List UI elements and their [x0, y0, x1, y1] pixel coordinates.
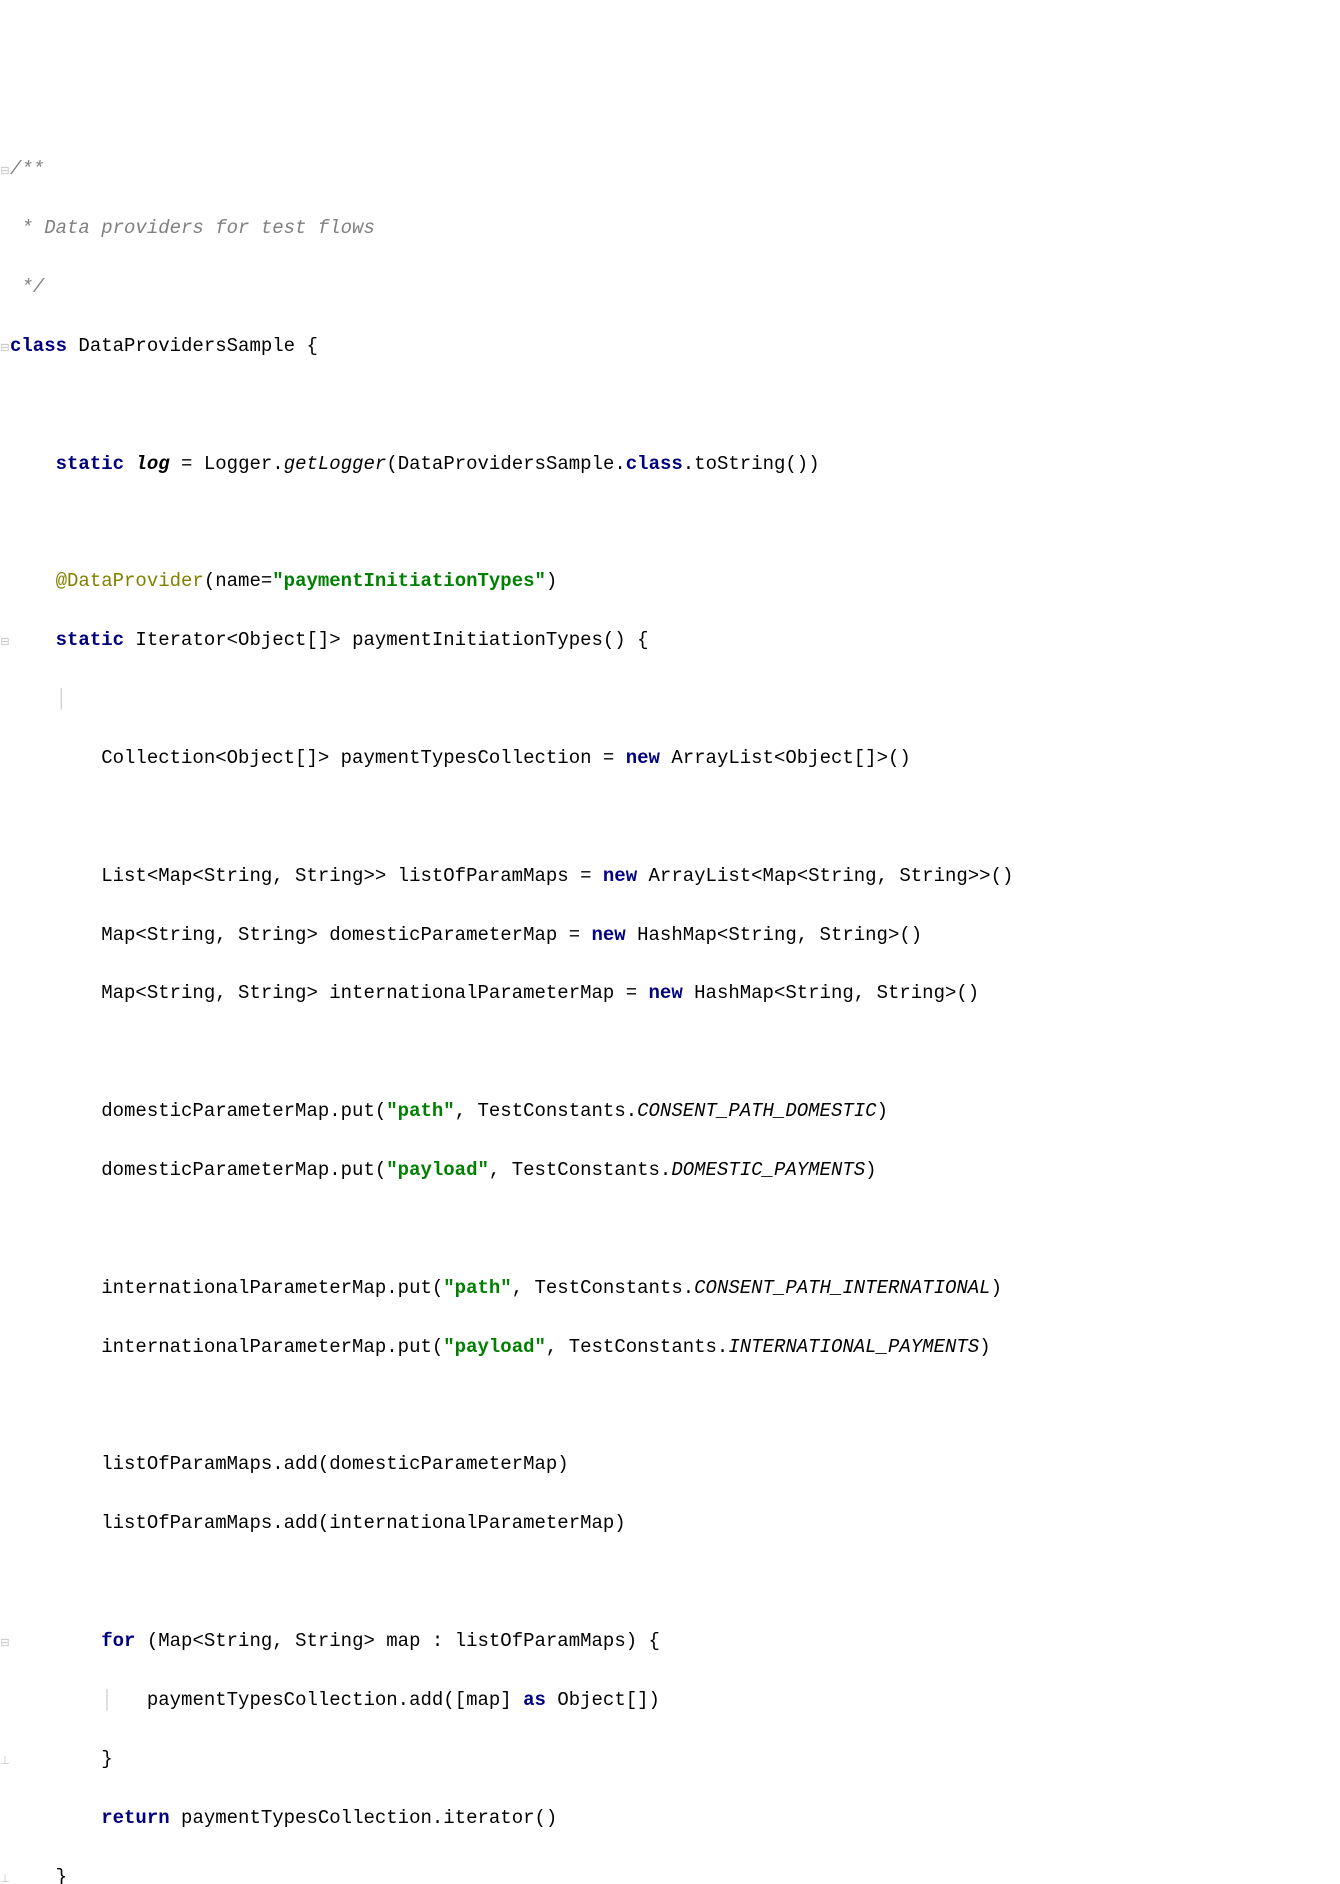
constant-ref: CONSENT_PATH_DOMESTIC: [637, 1100, 876, 1122]
string-literal: "payload": [386, 1159, 489, 1181]
code-text: paymentTypesCollection.iterator(): [170, 1807, 558, 1829]
method-getLogger: getLogger: [284, 453, 387, 475]
code-text: ): [877, 1100, 888, 1122]
code-text: domesticParameterMap.put(: [101, 1159, 386, 1181]
keyword-new: new: [592, 924, 626, 946]
fold-end-icon[interactable]: ⊥: [0, 1872, 10, 1884]
keyword-new: new: [626, 747, 660, 769]
keyword-new: new: [603, 865, 637, 887]
code-text: Collection<Object[]> paymentTypesCollect…: [101, 747, 626, 769]
keyword-as: as: [523, 1689, 546, 1711]
code-text: Map<String, String> domesticParameterMap…: [101, 924, 591, 946]
field-log: log: [135, 453, 169, 475]
code-text: }: [56, 1866, 67, 1884]
code-text: ): [546, 570, 557, 592]
string-literal: "payload": [443, 1336, 546, 1358]
code-text: listOfParamMaps.add(domesticParameterMap…: [101, 1453, 568, 1475]
code-text: , TestConstants.: [489, 1159, 671, 1181]
code-text: , TestConstants.: [455, 1100, 637, 1122]
code-text: HashMap<String, String>(): [683, 982, 979, 1004]
fold-marker-icon[interactable]: ⊟: [0, 341, 10, 358]
code-text: ): [865, 1159, 876, 1181]
comment-line: */: [10, 276, 44, 298]
fold-marker-icon[interactable]: ⊟: [0, 164, 10, 181]
code-text: ArrayList<Map<String, String>>(): [637, 865, 1013, 887]
code-text: Map<String, String> internationalParamet…: [101, 982, 648, 1004]
constant-ref: CONSENT_PATH_INTERNATIONAL: [694, 1277, 990, 1299]
code-text: paymentTypesCollection.add([map]: [147, 1689, 523, 1711]
keyword-static: static: [56, 629, 124, 651]
comment-line: * Data providers for test flows: [10, 217, 375, 239]
keyword-return: return: [101, 1807, 169, 1829]
keyword-for: for: [101, 1630, 135, 1652]
code-text: internationalParameterMap.put(: [101, 1277, 443, 1299]
code-text: listOfParamMaps.add(internationalParamet…: [101, 1512, 626, 1534]
method-signature: Iterator<Object[]> paymentInitiationType…: [124, 629, 649, 651]
code-text: }: [101, 1748, 112, 1770]
code-text: domesticParameterMap.put(: [101, 1100, 386, 1122]
code-text: = Logger.: [170, 453, 284, 475]
code-text: (DataProvidersSample.: [386, 453, 625, 475]
string-literal: "paymentInitiationTypes": [272, 570, 546, 592]
keyword-static: static: [56, 453, 124, 475]
code-text: (name=: [204, 570, 272, 592]
code-text: .toString()): [683, 453, 820, 475]
code-text: internationalParameterMap.put(: [101, 1336, 443, 1358]
code-text: (Map<String, String> map : listOfParamMa…: [135, 1630, 660, 1652]
constant-ref: DOMESTIC_PAYMENTS: [671, 1159, 865, 1181]
code-text: HashMap<String, String>(): [626, 924, 922, 946]
string-literal: "path": [386, 1100, 454, 1122]
code-editor[interactable]: ⊟/** * Data providers for test flows */ …: [0, 126, 1340, 1884]
keyword-class: class: [10, 335, 67, 357]
code-text: , TestConstants.: [546, 1336, 728, 1358]
fold-marker-icon[interactable]: ⊟: [0, 1636, 10, 1653]
code-text: Object[]): [546, 1689, 660, 1711]
class-declaration: DataProvidersSample {: [67, 335, 318, 357]
comment-line: /**: [10, 158, 44, 180]
code-text: , TestConstants.: [512, 1277, 694, 1299]
fold-end-icon[interactable]: ⊥: [0, 1754, 10, 1771]
code-text: List<Map<String, String>> listOfParamMap…: [101, 865, 603, 887]
code-text: ArrayList<Object[]>(): [660, 747, 911, 769]
annotation-dataprovider: @DataProvider: [56, 570, 204, 592]
constant-ref: INTERNATIONAL_PAYMENTS: [728, 1336, 979, 1358]
fold-marker-icon[interactable]: ⊟: [0, 635, 10, 652]
keyword-new: new: [649, 982, 683, 1004]
code-text: ): [991, 1277, 1002, 1299]
keyword-class: class: [626, 453, 683, 475]
string-literal: "path": [443, 1277, 511, 1299]
code-text: ): [979, 1336, 990, 1358]
